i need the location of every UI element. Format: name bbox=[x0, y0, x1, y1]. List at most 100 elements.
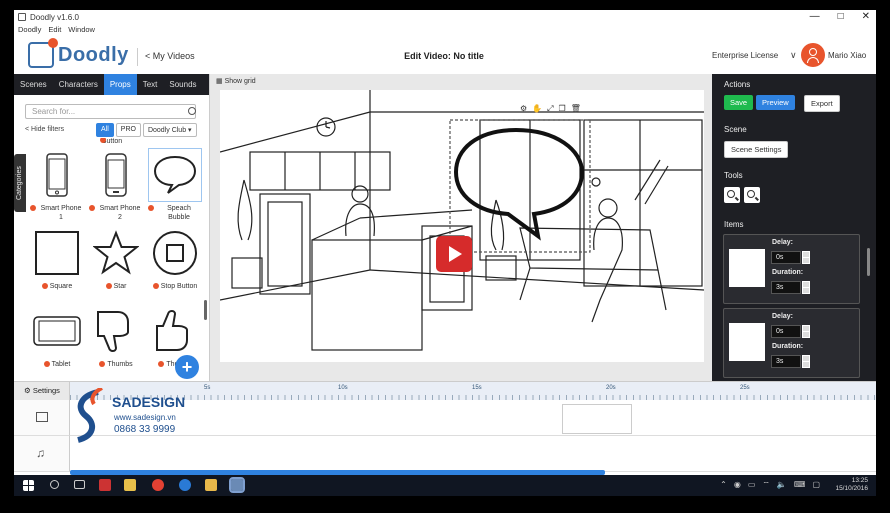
zoom-out-icon bbox=[747, 190, 755, 198]
task-view-icon[interactable] bbox=[74, 480, 85, 489]
prop-item[interactable]: Speach Bubble bbox=[148, 148, 202, 222]
os-taskbar: ⌃ ◉ ▭ ⌔ 🔈 ⌨ ▢ 13:25 15/10/2016 bbox=[14, 475, 876, 496]
title-bar: Doodly v1.6.0 — □ ✕ bbox=[14, 10, 876, 24]
taskbar-clock[interactable]: 13:25 15/10/2016 bbox=[835, 477, 868, 493]
zoom-in-button[interactable] bbox=[724, 187, 740, 203]
delay-input[interactable]: 0s bbox=[771, 251, 801, 264]
scene-thumbnail[interactable] bbox=[562, 404, 632, 434]
filter-all-button[interactable]: All bbox=[96, 123, 114, 137]
notifications-icon[interactable]: ▢ bbox=[812, 480, 820, 490]
doodly-logo[interactable]: Doodly bbox=[28, 38, 129, 68]
maximize-button[interactable]: □ bbox=[838, 10, 844, 24]
window-title: Doodly v1.6.0 bbox=[30, 12, 79, 22]
prop-item[interactable]: Stop Button bbox=[148, 226, 202, 291]
windows-start-icon[interactable] bbox=[23, 480, 34, 491]
delete-icon[interactable]: 🗑 bbox=[571, 104, 581, 114]
doodly-taskbar-icon[interactable] bbox=[229, 477, 245, 493]
delay-stepper[interactable] bbox=[802, 325, 810, 338]
show-grid-toggle[interactable]: ▦ Show grid bbox=[216, 77, 256, 85]
image-track-label bbox=[14, 400, 70, 436]
duration-input[interactable]: 3s bbox=[771, 281, 801, 294]
search-icon[interactable] bbox=[50, 480, 59, 489]
tray-app-icon[interactable]: ◉ bbox=[734, 480, 741, 490]
menu-edit[interactable]: Edit bbox=[48, 24, 61, 36]
hand-icon[interactable]: ✋ bbox=[532, 104, 542, 114]
logo-icon bbox=[28, 38, 58, 68]
pro-badge-icon bbox=[43, 361, 50, 367]
prop-label: Star bbox=[113, 283, 127, 290]
sadesign-watermark: SADESIGN www.sadesign.vn 0868 33 9999 bbox=[68, 386, 228, 448]
timeline-settings-button[interactable]: ⚙ Settings bbox=[14, 382, 70, 400]
hide-filters-link[interactable]: < Hide filters bbox=[25, 126, 64, 133]
header-divider bbox=[137, 48, 138, 66]
pro-badge-icon bbox=[148, 205, 154, 211]
copy-icon[interactable]: ❐ bbox=[559, 104, 566, 114]
prop-item[interactable]: Smart Phone 1 bbox=[30, 148, 84, 222]
chevron-up-icon[interactable]: ⌃ bbox=[720, 480, 727, 490]
paint-app-icon[interactable] bbox=[99, 479, 111, 491]
filter-pro-button[interactable]: PRO bbox=[115, 123, 141, 137]
tab-sounds[interactable]: Sounds bbox=[163, 74, 202, 95]
network-icon[interactable]: ⌔ bbox=[762, 480, 770, 490]
add-prop-button[interactable]: + bbox=[175, 355, 199, 379]
zoom-out-button[interactable] bbox=[744, 187, 760, 203]
tab-characters[interactable]: Characters bbox=[53, 74, 104, 95]
resize-icon[interactable]: ⤢ bbox=[547, 104, 553, 114]
scene-canvas[interactable]: ⚙ ✋ ⤢ ❐ 🗑 bbox=[219, 90, 705, 362]
battery-icon[interactable]: ▭ bbox=[748, 480, 756, 490]
volume-icon[interactable]: 🔈 bbox=[777, 480, 787, 490]
search-icon[interactable] bbox=[188, 107, 196, 115]
delay-stepper[interactable] bbox=[802, 251, 810, 264]
prop-item[interactable]: Thumbs bbox=[89, 304, 143, 369]
chevron-down-icon[interactable]: ∨ bbox=[790, 50, 797, 61]
gear-icon[interactable]: ⚙ bbox=[520, 104, 527, 114]
user-head-icon bbox=[809, 48, 817, 56]
export-button[interactable]: Export bbox=[804, 95, 840, 112]
items-scrollbar[interactable] bbox=[867, 248, 870, 276]
item-thumbnail bbox=[729, 323, 765, 361]
scene-settings-button[interactable]: Scene Settings bbox=[724, 141, 789, 158]
duration-input[interactable]: 3s bbox=[771, 355, 801, 368]
tab-props[interactable]: Props bbox=[103, 74, 137, 95]
doodly-window: Doodly v1.6.0 — □ ✕ Doodly Edit Window D… bbox=[14, 10, 876, 496]
delay-input[interactable]: 0s bbox=[771, 325, 801, 338]
filter-buttons: All PRO Doodly Club ▾ bbox=[96, 123, 197, 137]
tab-text[interactable]: Text bbox=[137, 74, 164, 95]
tick-label: 20s bbox=[606, 385, 616, 391]
search-input[interactable]: Search for... bbox=[25, 104, 196, 119]
smartphone-icon bbox=[89, 148, 143, 202]
pro-badge-icon bbox=[152, 283, 159, 289]
item-card[interactable]: Delay: 0s Duration: 3s bbox=[723, 308, 860, 378]
stop-button-icon bbox=[148, 226, 202, 280]
categories-tab[interactable]: Categories bbox=[14, 154, 26, 212]
pro-badge-icon bbox=[30, 205, 36, 211]
prop-item[interactable]: Tablet bbox=[30, 304, 84, 369]
duration-stepper[interactable] bbox=[802, 355, 810, 368]
prop-item[interactable]: Smart Phone 2 bbox=[89, 148, 143, 222]
tab-scenes[interactable]: Scenes bbox=[14, 74, 53, 95]
item-card[interactable]: Delay: 0s Duration: 3s bbox=[723, 234, 860, 304]
save-button[interactable]: Save bbox=[724, 95, 754, 110]
filter-doodly-club-button[interactable]: Doodly Club ▾ bbox=[142, 123, 197, 137]
close-button[interactable]: ✕ bbox=[862, 10, 870, 24]
duration-stepper[interactable] bbox=[802, 281, 810, 294]
keyboard-icon[interactable]: ⌨ bbox=[794, 480, 806, 490]
chrome-icon[interactable] bbox=[152, 479, 164, 491]
user-body-icon bbox=[807, 57, 819, 63]
avatar[interactable] bbox=[801, 43, 825, 67]
music-note-icon: ♫ bbox=[36, 446, 45, 460]
minimize-button[interactable]: — bbox=[810, 10, 820, 24]
menu-window[interactable]: Window bbox=[68, 24, 95, 36]
play-button[interactable] bbox=[436, 236, 472, 272]
menu-doodly[interactable]: Doodly bbox=[18, 24, 41, 36]
app-icon-blue[interactable] bbox=[179, 479, 191, 491]
props-scrollbar[interactable] bbox=[204, 300, 207, 320]
properties-panel: Actions Save Preview Export Scene Scene … bbox=[712, 74, 876, 381]
tick-label: 15s bbox=[472, 385, 482, 391]
folder-icon[interactable] bbox=[205, 479, 217, 491]
file-explorer-icon[interactable] bbox=[124, 479, 136, 491]
my-videos-link[interactable]: < My Videos bbox=[145, 51, 195, 61]
prop-item[interactable]: Square bbox=[30, 226, 84, 291]
preview-button[interactable]: Preview bbox=[756, 95, 795, 110]
prop-item[interactable]: Star bbox=[89, 226, 143, 291]
